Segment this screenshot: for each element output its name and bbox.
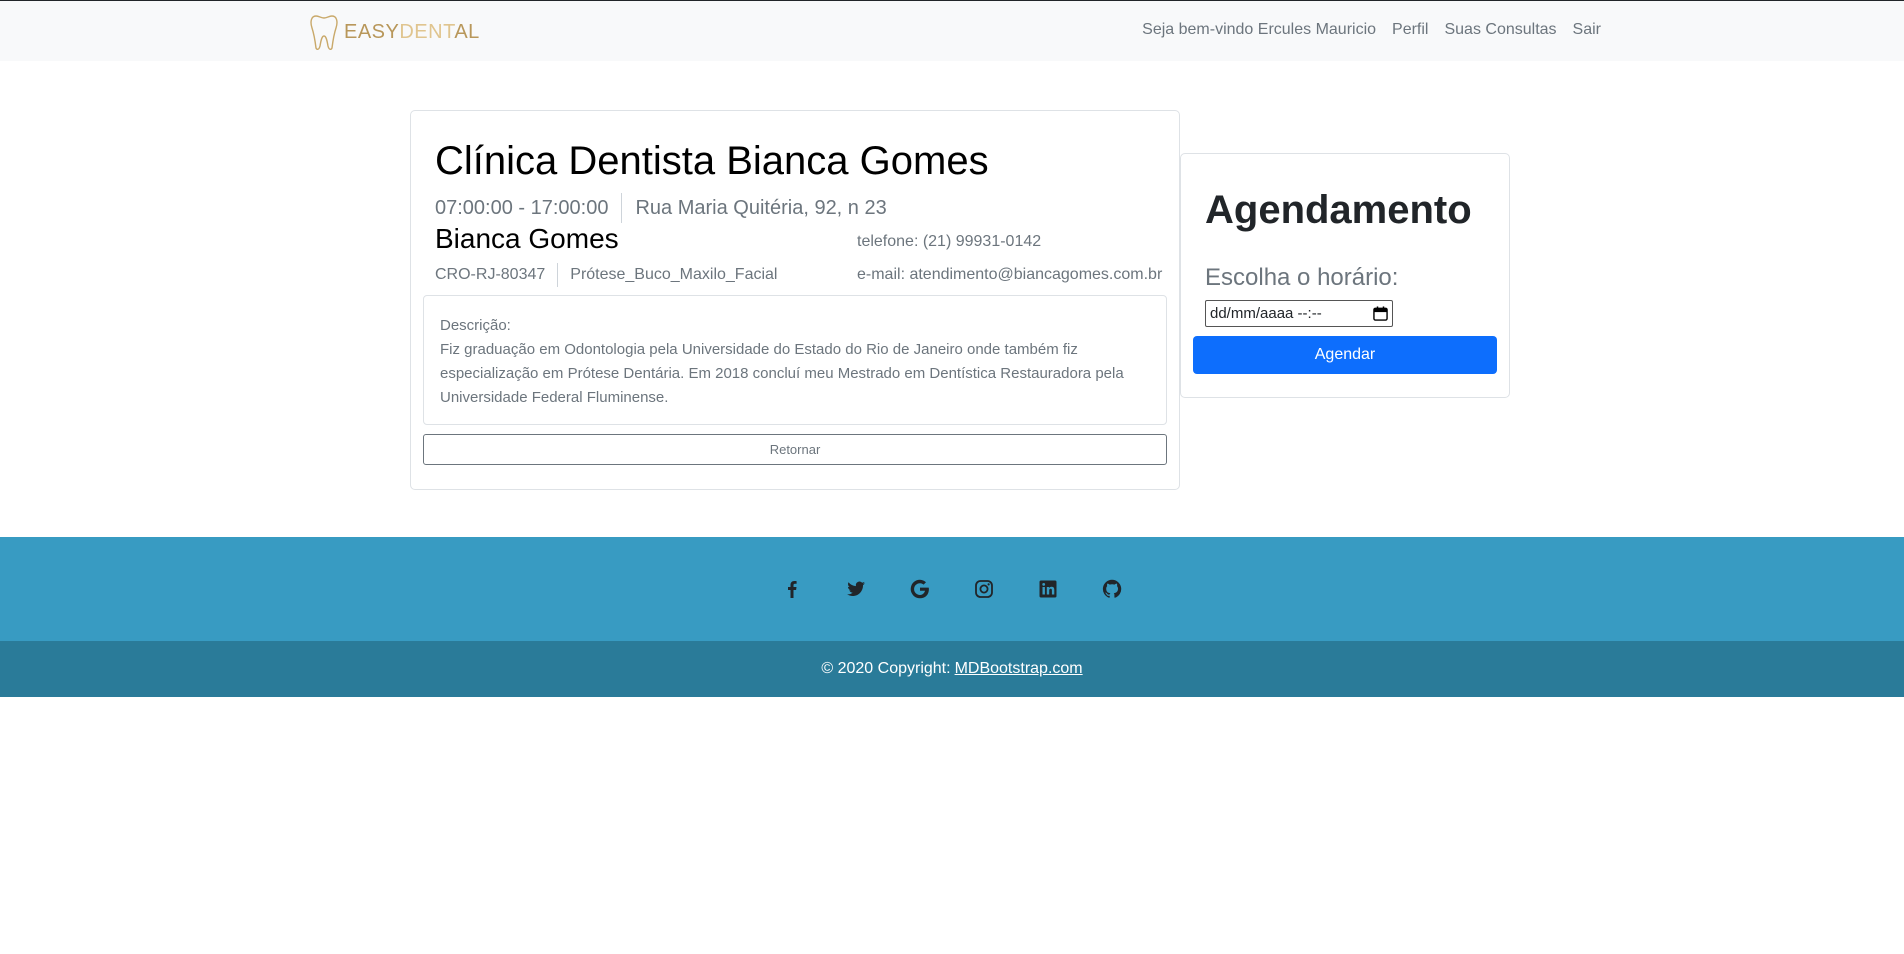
linkedin-icon[interactable] bbox=[1038, 579, 1058, 599]
doctor-credentials-row: CRO-RJ-80347 Prótese_Buco_Maxilo_Facial bbox=[435, 263, 777, 287]
description-text: Fiz graduação em Odontologia pela Univer… bbox=[440, 341, 1124, 406]
datetime-input[interactable]: dd/mm/aaaa --:-- bbox=[1205, 300, 1393, 327]
description-box: Descrição: Fiz graduação em Odontologia … bbox=[423, 295, 1167, 425]
nav-links: Seja bem-vindo Ercules Mauricio Perfil S… bbox=[1142, 21, 1601, 39]
facebook-icon[interactable] bbox=[782, 579, 802, 599]
instagram-icon[interactable] bbox=[974, 579, 994, 599]
nav-logout[interactable]: Sair bbox=[1573, 21, 1601, 39]
nav-appointments[interactable]: Suas Consultas bbox=[1444, 21, 1556, 39]
google-icon[interactable] bbox=[910, 579, 930, 599]
nav-welcome[interactable]: Seja bem-vindo Ercules Mauricio bbox=[1142, 21, 1376, 39]
github-icon[interactable] bbox=[1102, 579, 1122, 599]
navbar: EASYDENTAL Seja bem-vindo Ercules Mauric… bbox=[0, 1, 1904, 61]
clinic-hours: 07:00:00 - 17:00:00 bbox=[435, 196, 609, 219]
divider bbox=[621, 193, 623, 223]
brand-logo[interactable]: EASYDENTAL bbox=[310, 13, 480, 51]
datetime-value: dd/mm/aaaa --:-- bbox=[1210, 305, 1322, 322]
social-icons bbox=[0, 537, 1904, 641]
scheduling-label: Escolha o horário: bbox=[1205, 264, 1399, 291]
scheduling-title: Agendamento bbox=[1205, 188, 1472, 232]
copyright-text: © 2020 Copyright: bbox=[821, 660, 951, 677]
clinic-email: e-mail: atendimento@biancagomes.com.br bbox=[857, 266, 1163, 283]
clinic-card: Clínica Dentista Bianca Gomes 07:00:00 -… bbox=[410, 110, 1180, 490]
return-button[interactable]: Retornar bbox=[423, 434, 1167, 465]
twitter-icon[interactable] bbox=[846, 579, 866, 599]
doctor-name: Bianca Gomes bbox=[435, 223, 619, 254]
clinic-phone: telefone: (21) 99931-0142 bbox=[857, 233, 1042, 250]
clinic-address: Rua Maria Quitéria, 92, n 23 bbox=[635, 196, 887, 219]
copyright-link[interactable]: MDBootstrap.com bbox=[955, 660, 1083, 678]
doctor-cro: CRO-RJ-80347 bbox=[435, 266, 546, 283]
brand-name: EASYDENTAL bbox=[344, 20, 480, 43]
footer-copyright: © 2020 Copyright: MDBootstrap.com bbox=[0, 641, 1904, 697]
schedule-button[interactable]: Agendar bbox=[1193, 336, 1497, 374]
nav-profile[interactable]: Perfil bbox=[1392, 21, 1428, 39]
scheduling-card: Agendamento Escolha o horário: dd/mm/aaa… bbox=[1180, 153, 1510, 398]
clinic-info-row: 07:00:00 - 17:00:00 Rua Maria Quitéria, … bbox=[435, 193, 887, 223]
calendar-icon[interactable] bbox=[1373, 306, 1388, 321]
description-label: Descrição: bbox=[440, 317, 511, 334]
doctor-specialty: Prótese_Buco_Maxilo_Facial bbox=[570, 266, 778, 283]
tooth-icon bbox=[310, 15, 338, 50]
footer-social bbox=[0, 537, 1904, 641]
divider bbox=[557, 263, 559, 287]
clinic-title: Clínica Dentista Bianca Gomes bbox=[435, 139, 989, 183]
